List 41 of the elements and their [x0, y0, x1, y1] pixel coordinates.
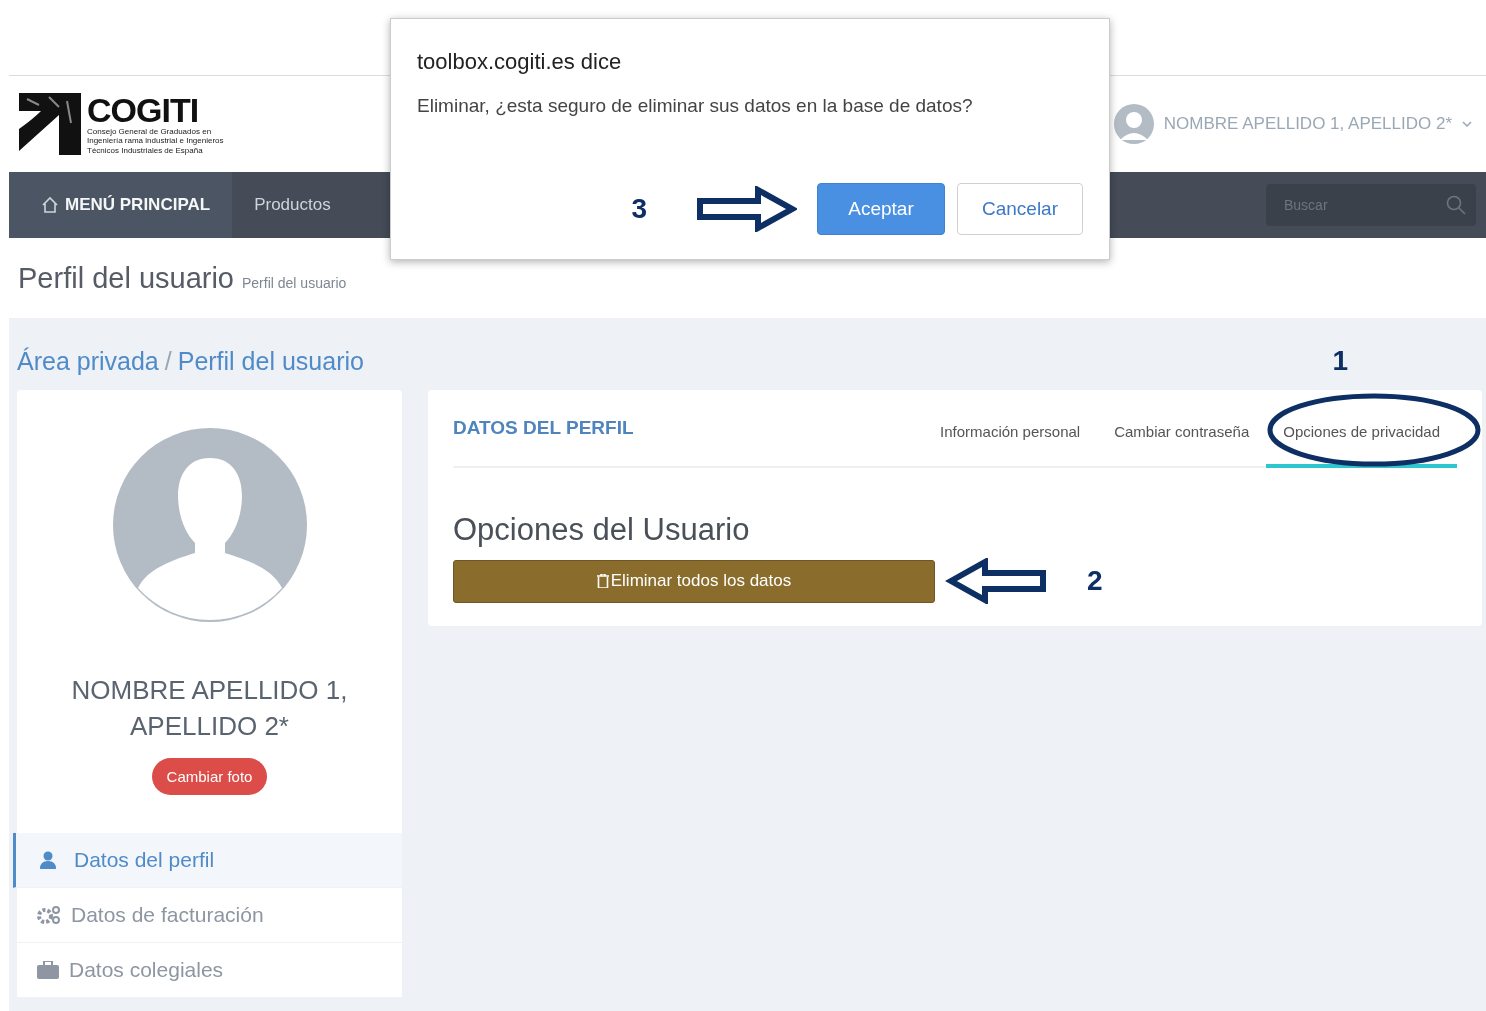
home-icon — [41, 196, 59, 214]
accept-button[interactable]: Aceptar — [817, 183, 945, 235]
search-icon[interactable] — [1446, 195, 1466, 215]
delete-all-button[interactable]: Eliminar todos los datos — [453, 559, 935, 603]
page-title: Perfil del usuario — [18, 261, 234, 295]
cancel-button[interactable]: Cancelar — [957, 183, 1083, 235]
sidebar-item-label: Datos colegiales — [69, 958, 224, 982]
section-title: Opciones del Usuario — [453, 512, 751, 548]
sidebar-item-label: Datos de facturación — [71, 903, 264, 927]
step-number: 3 — [631, 193, 647, 225]
tab[interactable]: Opciones de privacidad — [1266, 390, 1457, 468]
logo-emblem-drawing — [19, 93, 81, 155]
logo-wordmark: COGITI — [87, 93, 199, 128]
sidebar-item-label: Datos del perfil — [74, 848, 215, 872]
user-name[interactable]: NOMBRE APELLIDO 1, APELLIDO 2* — [1163, 114, 1452, 134]
briefcase-icon — [37, 961, 59, 979]
breadcrumb-link[interactable]: Perfil del usuario — [177, 346, 364, 376]
avatar-icon — [1113, 102, 1154, 146]
left-arrow-icon — [945, 558, 1049, 604]
logo-tagline: Consejo General de Graduados en — [87, 127, 213, 137]
sidebar-item[interactable]: Datos del perfil — [13, 833, 402, 888]
dialog-title: toolbox.cogiti.es dice — [417, 49, 623, 75]
right-arrow-icon — [695, 186, 797, 232]
tab[interactable]: Información personal — [923, 390, 1098, 468]
nav-item[interactable]: MENÚ PRINCIPAL — [9, 172, 233, 238]
nav-item[interactable]: Productos — [232, 172, 353, 238]
panel-title: DATOS DEL PERFIL — [453, 417, 634, 439]
change-photo-button[interactable]: Cambiar foto — [151, 758, 268, 795]
step-number: 2 — [1087, 565, 1103, 597]
step-number: 1 — [1332, 345, 1348, 377]
logo-tagline: Técnicos Industriales de España — [87, 145, 204, 155]
trash-icon — [596, 574, 609, 588]
breadcrumb-link[interactable]: Área privada — [17, 346, 159, 376]
dialog-message: Eliminar, ¿esta seguro de eliminar sus datos en la base de datos? — [417, 95, 974, 117]
user-icon — [40, 851, 56, 869]
tab[interactable]: Cambiar contraseña — [1097, 390, 1267, 468]
page-subtitle: Perfil del usuario — [242, 274, 347, 291]
logo-tagline: Ingeniería rama industrial e Ingenieros — [87, 136, 224, 146]
breadcrumb-separator: / — [164, 346, 172, 376]
chevron-down-icon[interactable] — [1462, 121, 1472, 127]
profile-name: NOMBRE APELLIDO 1, APELLIDO 2* — [70, 674, 349, 743]
